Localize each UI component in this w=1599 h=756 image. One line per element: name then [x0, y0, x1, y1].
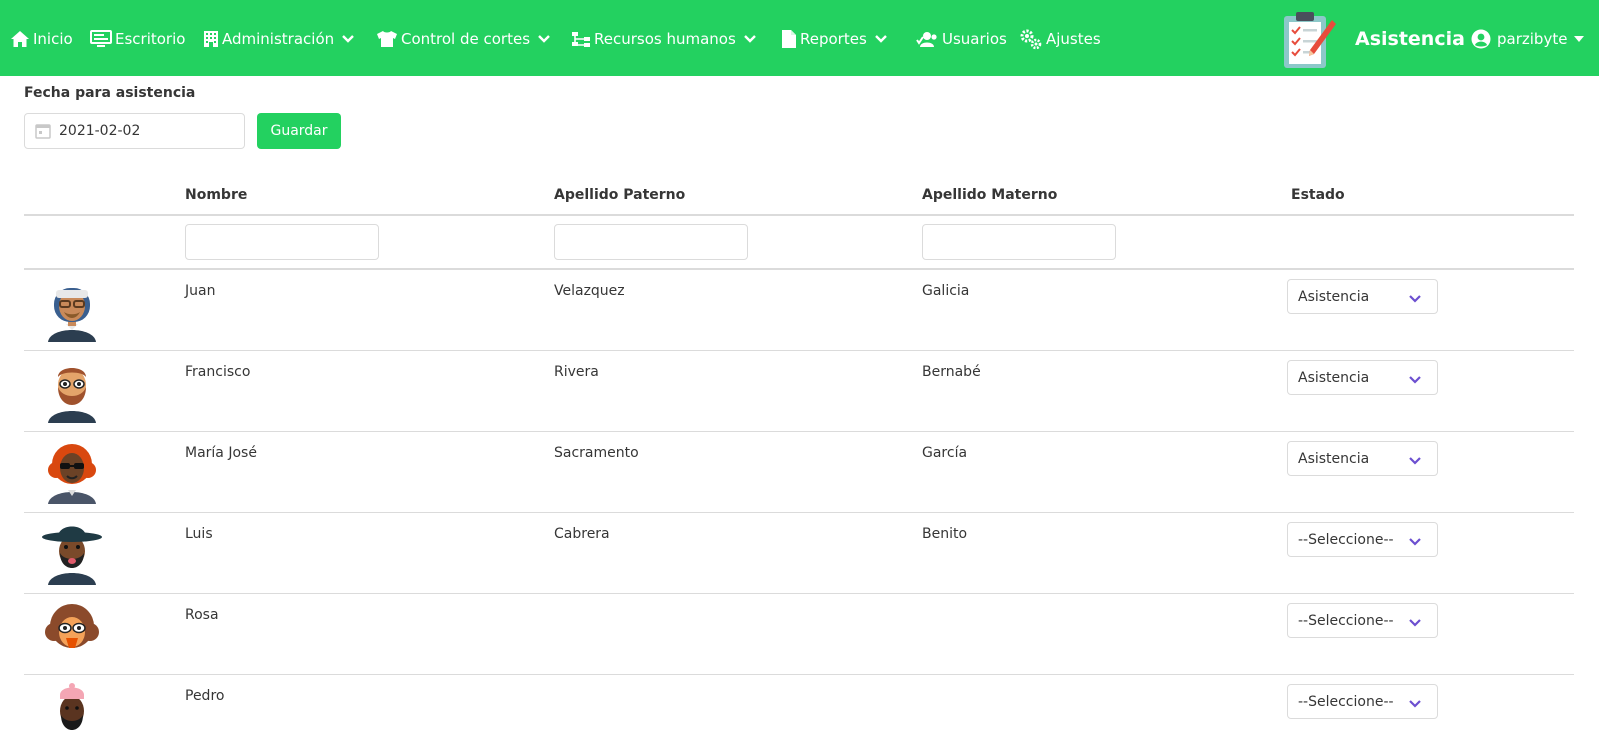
calendar-icon	[35, 123, 51, 139]
estado-select[interactable]: Asistencia	[1287, 441, 1438, 476]
chevron-down-icon	[1409, 453, 1421, 469]
brand-logo[interactable]	[1280, 10, 1338, 74]
nav-item-administracion[interactable]: Administración	[203, 25, 354, 53]
avatar	[40, 683, 104, 747]
filter-apellido-paterno-input[interactable]	[554, 224, 748, 260]
nav-item-label: Usuarios	[942, 30, 1007, 48]
table-row: Rosa --Seleccione--	[24, 594, 1574, 675]
shirt-icon	[376, 30, 398, 48]
column-header-apellido-paterno: Apellido Paterno	[554, 187, 686, 203]
nav-item-label: Control de cortes	[401, 30, 531, 48]
avatar	[40, 278, 104, 342]
chevron-down-icon	[743, 35, 756, 43]
nav-item-control-de-cortes[interactable]: Control de cortes	[376, 25, 550, 53]
nav-item-usuarios[interactable]: Usuarios	[915, 25, 1007, 53]
filter-apellido-materno-input[interactable]	[922, 224, 1116, 260]
nav-item-reportes[interactable]: Reportes	[781, 25, 887, 53]
building-icon	[203, 30, 219, 48]
table-row: Pedro --Seleccione--	[24, 675, 1574, 756]
save-button[interactable]: Guardar	[257, 113, 341, 149]
cell-nombre: Pedro	[185, 688, 225, 704]
cell-nombre: Francisco	[185, 364, 251, 380]
estado-select-value: --Seleccione--	[1298, 531, 1394, 548]
nav-item-label: Inicio	[33, 30, 73, 48]
nav-item-ajustes[interactable]: Ajustes	[1019, 25, 1101, 53]
nav-item-inicio[interactable]: Inicio	[10, 25, 73, 53]
cell-apellido-paterno: Velazquez	[554, 283, 625, 299]
nav-item-label: Escritorio	[115, 30, 186, 48]
chevron-down-icon	[1409, 534, 1421, 550]
cell-nombre: Rosa	[185, 607, 219, 623]
table-row: Luis Cabrera Benito --Seleccione--	[24, 513, 1574, 594]
user-name: parzibyte	[1497, 30, 1568, 48]
sitemap-icon	[571, 30, 591, 48]
estado-select-value: Asistencia	[1298, 288, 1370, 305]
user-menu[interactable]: parzibyte	[1471, 25, 1585, 53]
estado-select-value: --Seleccione--	[1298, 693, 1394, 710]
cell-apellido-materno: Bernabé	[922, 364, 981, 380]
nav-item-recursos-humanos[interactable]: Recursos humanos	[571, 25, 756, 53]
cell-nombre: María José	[185, 445, 257, 461]
cogs-icon	[1019, 28, 1043, 50]
avatar	[40, 521, 104, 585]
cell-apellido-materno: Benito	[922, 526, 968, 542]
avatar	[40, 602, 104, 666]
estado-select[interactable]: --Seleccione--	[1287, 522, 1438, 557]
chevron-down-icon	[538, 35, 550, 43]
chevron-down-icon	[1409, 696, 1421, 712]
column-header-estado: Estado	[1291, 187, 1345, 203]
estado-select-value: --Seleccione--	[1298, 612, 1394, 629]
top-navbar: Inicio Escritorio Administración Control…	[0, 0, 1599, 76]
cell-apellido-paterno: Rivera	[554, 364, 599, 380]
column-header-apellido-materno: Apellido Materno	[922, 187, 1058, 203]
chevron-down-icon	[1409, 615, 1421, 631]
file-icon	[781, 29, 797, 49]
table-row: María José Sacramento García Asistencia	[24, 432, 1574, 513]
cell-apellido-paterno: Cabrera	[554, 526, 610, 542]
nav-item-escritorio[interactable]: Escritorio	[90, 25, 185, 53]
cell-apellido-paterno: Sacramento	[554, 445, 639, 461]
estado-select[interactable]: Asistencia	[1287, 360, 1438, 395]
table-row: Juan Velazquez Galicia Asistencia	[24, 270, 1574, 351]
chevron-down-icon	[342, 35, 354, 43]
nav-item-label: Recursos humanos	[594, 30, 736, 48]
cell-nombre: Juan	[185, 283, 216, 299]
desktop-icon	[90, 30, 112, 48]
clipboard-checklist-icon	[1280, 10, 1338, 74]
avatar	[40, 359, 104, 423]
home-icon	[10, 30, 30, 48]
cell-apellido-materno: García	[922, 445, 968, 461]
cell-apellido-materno: Galicia	[922, 283, 970, 299]
nav-item-label: Administración	[222, 30, 335, 48]
nav-item-label: Ajustes	[1046, 30, 1101, 48]
estado-select-value: Asistencia	[1298, 450, 1370, 467]
estado-select[interactable]: Asistencia	[1287, 279, 1438, 314]
chevron-down-icon	[874, 35, 887, 43]
chevron-down-icon	[1409, 372, 1421, 388]
filter-nombre-input[interactable]	[185, 224, 379, 260]
caret-down-icon	[1574, 36, 1585, 42]
estado-select[interactable]: --Seleccione--	[1287, 684, 1438, 719]
brand-title[interactable]: Asistencia	[1355, 28, 1465, 50]
date-field[interactable]	[24, 113, 245, 149]
date-label: Fecha para asistencia	[24, 85, 196, 101]
nav-item-label: Reportes	[800, 30, 867, 48]
estado-select[interactable]: --Seleccione--	[1287, 603, 1438, 638]
avatar	[40, 440, 104, 504]
date-input[interactable]	[59, 123, 229, 139]
user-circle-icon	[1471, 29, 1491, 49]
header-divider	[24, 214, 1574, 216]
table-row: Francisco Rivera Bernabé Asistencia	[24, 351, 1574, 432]
users-icon	[915, 31, 939, 47]
column-header-nombre: Nombre	[185, 187, 248, 203]
cell-nombre: Luis	[185, 526, 213, 542]
estado-select-value: Asistencia	[1298, 369, 1370, 386]
chevron-down-icon	[1409, 291, 1421, 307]
